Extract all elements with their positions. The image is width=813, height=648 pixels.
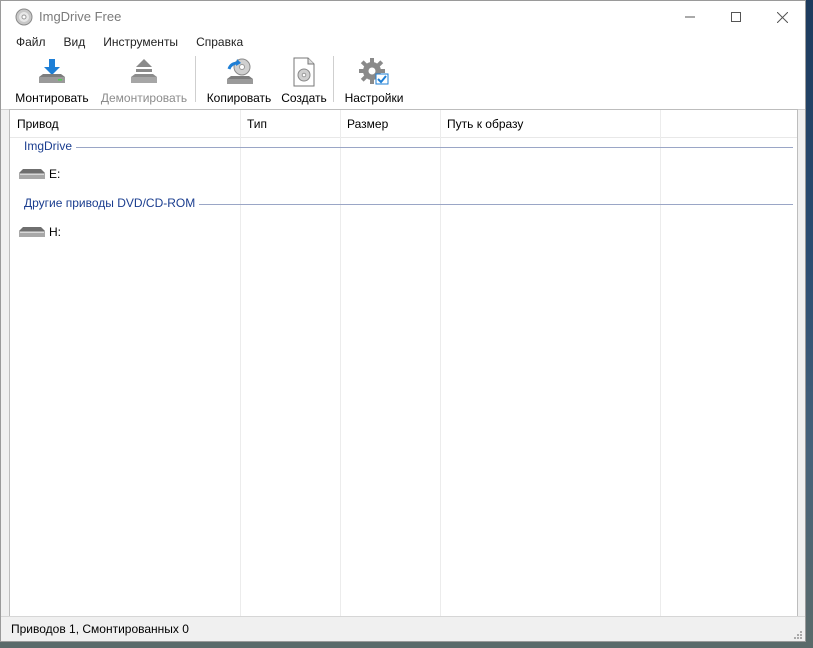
maximize-button[interactable] (713, 1, 759, 33)
create-button[interactable]: Создать (277, 55, 331, 107)
group-divider-line (76, 147, 793, 148)
column-divider (340, 110, 341, 616)
drive-list[interactable]: Привод Тип Размер Путь к образу ImgDrive… (9, 109, 798, 617)
menu-help[interactable]: Справка (185, 35, 250, 49)
copy-button[interactable]: Копировать (201, 55, 277, 107)
copy-label: Копировать (206, 91, 272, 105)
column-drive[interactable]: Привод (17, 117, 59, 131)
unmount-label: Демонтировать (100, 91, 188, 105)
drive-letter: E: (49, 167, 61, 181)
column-image-path[interactable]: Путь к образу (447, 117, 523, 131)
menu-bar: Файл Вид Инструменты Справка (1, 33, 805, 51)
minimize-button[interactable] (667, 1, 713, 33)
create-label: Создать (281, 91, 327, 105)
app-window: ImgDrive Free Файл Вид Инструменты Справ… (0, 0, 806, 642)
disc-app-icon (15, 8, 33, 26)
close-button[interactable] (759, 1, 805, 33)
title-bar[interactable]: ImgDrive Free (1, 1, 805, 33)
column-divider (440, 110, 441, 616)
unmount-button[interactable]: Демонтировать (97, 55, 191, 107)
column-divider (660, 110, 661, 616)
copy-disc-icon (221, 55, 257, 89)
column-divider (240, 110, 241, 616)
settings-label: Настройки (344, 91, 404, 105)
list-header: Привод Тип Размер Путь к образу (10, 110, 797, 138)
resize-grip-icon[interactable] (793, 629, 803, 639)
mount-button[interactable]: Монтировать (7, 55, 97, 107)
column-type[interactable]: Тип (247, 117, 267, 131)
menu-view[interactable]: Вид (53, 35, 93, 49)
column-size[interactable]: Размер (347, 117, 388, 131)
group-label: Другие приводы DVD/CD-ROM (24, 196, 200, 210)
toolbar: Монтировать Демонтировать Копировать Соз… (1, 51, 805, 110)
group-divider-line (196, 204, 793, 205)
group-other-drives: Другие приводы DVD/CD-ROM (10, 196, 797, 212)
gear-icon (356, 55, 392, 89)
list-item[interactable]: E: (10, 163, 797, 185)
group-imgdrive: ImgDrive (10, 139, 797, 155)
optical-drive-icon (18, 225, 46, 242)
eject-icon (126, 55, 162, 89)
status-text: Приводов 1, Смонтированных 0 (11, 622, 189, 636)
status-bar: Приводов 1, Смонтированных 0 (1, 616, 805, 641)
window-title: ImgDrive Free (39, 9, 122, 24)
drive-letter: H: (49, 225, 61, 239)
create-image-icon (286, 55, 322, 89)
mount-label: Монтировать (15, 91, 89, 105)
mount-icon (34, 55, 70, 89)
optical-drive-icon (18, 167, 46, 184)
settings-button[interactable]: Настройки (339, 55, 409, 107)
toolbar-separator (333, 56, 334, 102)
list-item[interactable]: H: (10, 221, 797, 243)
group-label: ImgDrive (24, 139, 77, 153)
menu-tools[interactable]: Инструменты (92, 35, 185, 49)
menu-file[interactable]: Файл (5, 35, 53, 49)
toolbar-separator (195, 56, 196, 102)
